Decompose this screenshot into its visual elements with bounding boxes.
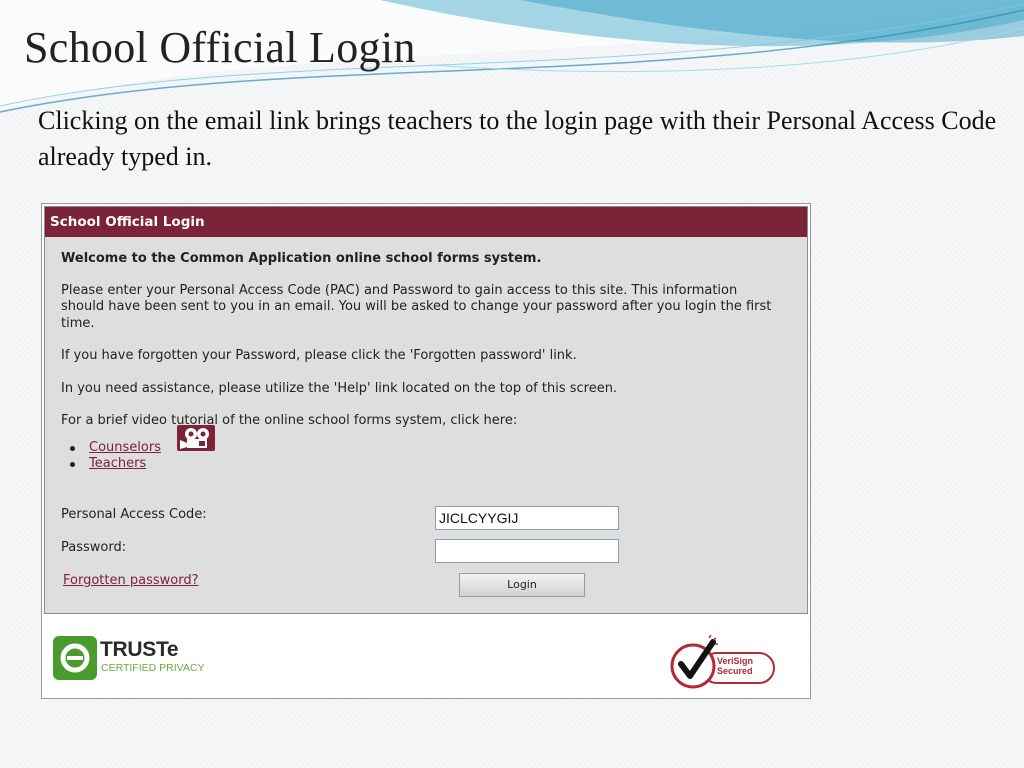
counselors-link[interactable]: Counselors: [89, 440, 161, 455]
verisign-badge[interactable]: VeriSign Secured: [669, 632, 781, 692]
truste-badge[interactable]: TRUSTe CERTIFIED PRIVACY: [53, 634, 223, 682]
truste-subtitle: CERTIFIED PRIVACY: [101, 662, 205, 674]
list-item: Counselors: [61, 440, 807, 456]
pac-label: Personal Access Code:: [61, 507, 207, 522]
help-instructions-text: In you need assistance, please utilize t…: [61, 380, 618, 396]
password-label: Password:: [61, 540, 127, 555]
tutorial-instructions-text: For a brief video tutorial of the online…: [61, 413, 518, 428]
panel-body: Welcome to the Common Application online…: [45, 237, 807, 472]
teachers-link[interactable]: Teachers: [89, 456, 146, 471]
pac-input[interactable]: [435, 506, 619, 530]
login-panel: School Official Login Welcome to the Com…: [44, 206, 808, 614]
verisign-line2: Secured: [717, 666, 753, 676]
forgot-instructions-text: If you have forgotten your Password, ple…: [61, 348, 577, 363]
welcome-heading: Welcome to the Common Application online…: [61, 251, 542, 266]
forgot-password-link[interactable]: Forgotten password?: [63, 573, 198, 588]
verisign-text: VeriSign Secured: [717, 656, 773, 676]
login-button[interactable]: Login: [459, 573, 585, 597]
truste-name: TRUSTe: [100, 638, 179, 661]
tutorial-links-list: Counselors Teachers: [61, 440, 807, 472]
password-input[interactable]: [435, 539, 619, 563]
login-screenshot: School Official Login Welcome to the Com…: [41, 203, 811, 699]
video-camera-icon[interactable]: [177, 425, 215, 451]
slide-body-text: Clicking on the email link brings teache…: [38, 106, 997, 171]
slide-title: School Official Login: [24, 23, 416, 72]
truste-seal-icon: [53, 636, 97, 680]
verisign-line1: VeriSign: [717, 656, 754, 666]
panel-header: School Official Login: [45, 207, 807, 237]
list-item: Teachers: [61, 456, 807, 472]
instructions-text: Please enter your Personal Access Code (…: [61, 282, 772, 331]
